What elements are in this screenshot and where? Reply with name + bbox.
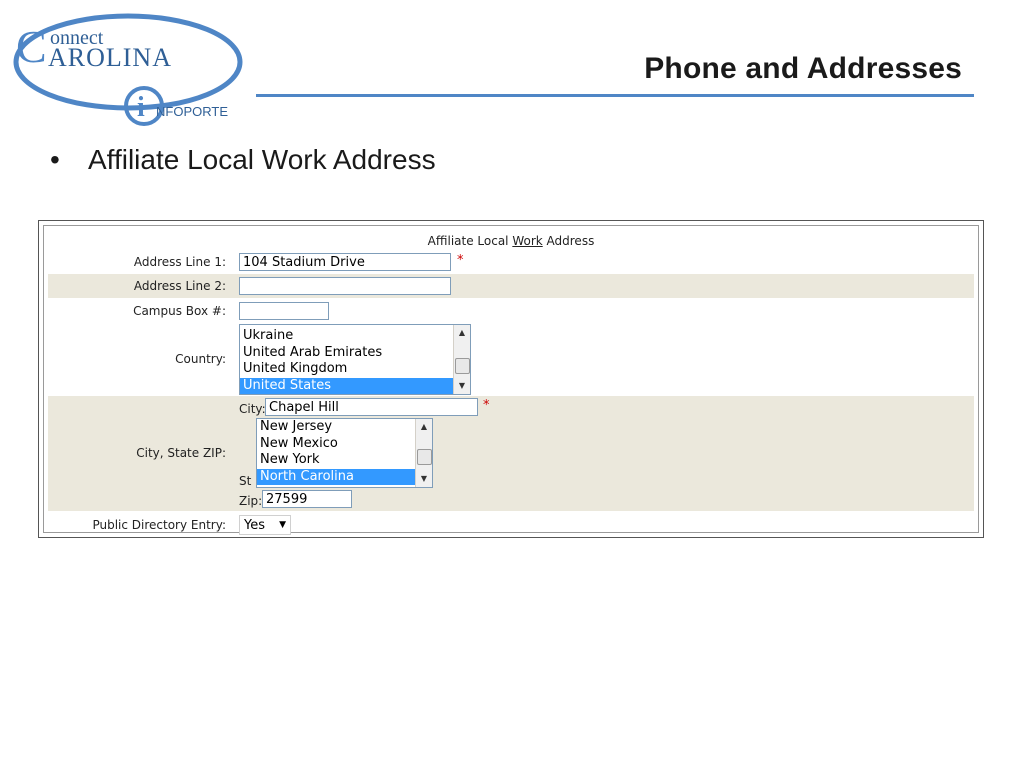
state-listbox[interactable]: New Jersey New Mexico New York North Car… — [256, 418, 433, 488]
form-caption: Affiliate Local Work Address — [44, 234, 978, 248]
country-label: Country: — [175, 352, 226, 366]
state-option[interactable]: New York — [257, 452, 415, 469]
public-directory-label: Public Directory Entry: — [92, 518, 226, 532]
state-option[interactable]: New Jersey — [257, 419, 415, 436]
bullet-dot: • — [50, 144, 60, 175]
slide-title: Phone and Addresses — [644, 52, 962, 85]
caret-down-icon: ▼ — [279, 520, 286, 530]
down-arrow-icon[interactable]: ▼ — [454, 378, 470, 394]
city-input[interactable]: Chapel Hill — [265, 398, 478, 416]
country-scrollbar[interactable]: ▲ ▼ — [453, 325, 470, 394]
public-directory-value: Yes — [244, 518, 265, 533]
zip-input[interactable]: 27599 — [262, 490, 352, 508]
caption-link[interactable]: Work — [512, 234, 542, 248]
state-scrollbar[interactable]: ▲ ▼ — [415, 419, 432, 487]
row-campus-box: Campus Box #: — [48, 298, 974, 324]
country-listbox[interactable]: Ukraine United Arab Emirates United King… — [239, 324, 471, 395]
bullet-text: Affiliate Local Work Address — [88, 144, 436, 175]
required-marker: * — [457, 253, 464, 268]
row-city-state-zip: City, State ZIP: City: Chapel Hill * St … — [48, 396, 974, 511]
state-option[interactable]: New Mexico — [257, 436, 415, 453]
up-arrow-icon[interactable]: ▲ — [416, 419, 432, 435]
campus-box-label: Campus Box #: — [133, 304, 226, 318]
address1-input[interactable]: 104 Stadium Drive — [239, 253, 451, 271]
caption-text-end: Address — [542, 234, 595, 248]
country-option[interactable]: Ukraine — [240, 328, 453, 345]
state-option-selected[interactable]: North Carolina — [257, 468, 415, 485]
state-label: St — [239, 474, 252, 488]
public-directory-select[interactable]: Yes ▼ — [239, 515, 291, 535]
zip-label: Zip: — [239, 494, 263, 508]
form-screenshot: Affiliate Local Work Address Address Lin… — [38, 220, 984, 538]
city-label: City: — [239, 402, 266, 416]
row-address2: Address Line 2: — [48, 274, 974, 298]
required-marker: * — [483, 398, 490, 413]
logo-initial: C — [16, 21, 47, 72]
address2-label: Address Line 2: — [133, 279, 226, 293]
row-country: Country: Ukraine United Arab Emirates Un… — [48, 324, 974, 396]
country-option[interactable]: United Arab Emirates — [240, 345, 453, 362]
row-address1: Address Line 1: 104 Stadium Drive * — [48, 250, 974, 274]
down-arrow-icon[interactable]: ▼ — [416, 471, 432, 487]
title-rule — [256, 94, 974, 97]
form-panel: Affiliate Local Work Address Address Lin… — [43, 225, 979, 535]
scroll-thumb[interactable] — [455, 358, 470, 374]
connect-carolina-logo: C onnect AROLINA i NFOPORTE — [10, 10, 260, 130]
address1-label: Address Line 1: — [133, 255, 226, 269]
logo-badge-text: NFOPORTE — [156, 104, 228, 119]
scroll-thumb[interactable] — [417, 449, 432, 465]
address2-input[interactable] — [239, 277, 451, 295]
up-arrow-icon[interactable]: ▲ — [454, 325, 470, 341]
country-option[interactable]: United Kingdom — [240, 361, 453, 378]
row-public-directory: Public Directory Entry: Yes ▼ — [48, 513, 974, 537]
country-option-selected[interactable]: United States — [240, 377, 453, 394]
logo-line2: AROLINA — [48, 43, 172, 72]
city-state-zip-label: City, State ZIP: — [136, 446, 226, 460]
campus-box-input[interactable] — [239, 302, 329, 320]
logo-badge-initial: i — [137, 92, 145, 123]
caption-text: Affiliate Local — [427, 234, 513, 248]
bullet-item: • Affiliate Local Work Address — [50, 144, 436, 176]
